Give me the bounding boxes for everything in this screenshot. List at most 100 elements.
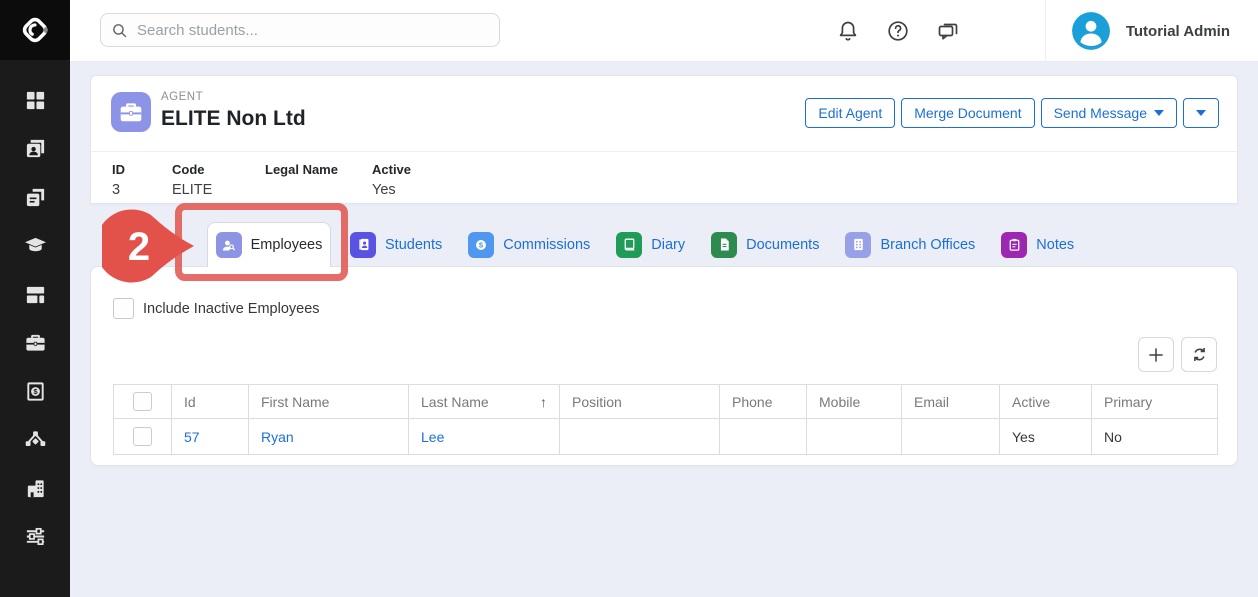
agent-name: ELITE Non Ltd	[161, 107, 306, 131]
sidebar-item-agents[interactable]	[0, 319, 70, 368]
search-box[interactable]	[100, 13, 500, 47]
svg-text:$: $	[33, 387, 38, 396]
agent-fields: ID 3 Code ELITE Legal Name Active Yes	[91, 152, 1237, 199]
field-id: ID 3	[112, 162, 172, 199]
sidebar-nav: $	[0, 60, 70, 561]
column-header-phone[interactable]: Phone	[720, 385, 807, 419]
tab-diary[interactable]: Diary	[616, 232, 685, 258]
inactive-tabs: Students $ Commissions Di	[350, 222, 1074, 267]
column-header-id[interactable]: Id	[172, 385, 249, 419]
tab-branch-offices[interactable]: Branch Offices	[845, 232, 975, 258]
more-actions-button[interactable]	[1183, 98, 1219, 128]
avatar	[1072, 12, 1110, 50]
tab-documents[interactable]: Documents	[711, 232, 819, 258]
search-input[interactable]	[137, 22, 489, 39]
notes-tab-icon	[1001, 232, 1027, 258]
tab-label: Employees	[251, 237, 323, 253]
diary-tab-icon	[616, 232, 642, 258]
search-icon	[111, 22, 128, 39]
branch-offices-tab-icon	[845, 232, 871, 258]
tab-students[interactable]: Students	[350, 232, 442, 258]
column-header-primary[interactable]: Primary	[1092, 385, 1218, 419]
send-message-button[interactable]: Send Message	[1041, 98, 1177, 128]
topbar-divider	[1045, 0, 1046, 62]
sidebar-item-finance[interactable]: $	[0, 367, 70, 416]
app-logo-icon	[17, 12, 53, 48]
tab-commissions[interactable]: $ Commissions	[468, 232, 590, 258]
topbar: Tutorial Admin	[70, 0, 1258, 62]
sidebar-item-pages[interactable]	[0, 173, 70, 222]
students-tab-icon	[350, 232, 376, 258]
graduation-icon	[24, 234, 47, 257]
field-active: Active Yes	[372, 162, 462, 199]
chat-icon[interactable]	[936, 19, 960, 43]
employee-active-cell: Yes	[1000, 419, 1092, 455]
include-inactive-label: Include Inactive Employees	[143, 301, 320, 317]
include-inactive-checkbox[interactable]	[113, 298, 134, 319]
dashboard-icon	[24, 89, 47, 112]
employee-id-link[interactable]: 57	[184, 429, 200, 445]
finance-icon: $	[24, 380, 47, 403]
row-checkbox[interactable]	[133, 427, 152, 446]
contacts-icon	[24, 137, 47, 160]
plus-icon	[1146, 345, 1166, 365]
tab-notes[interactable]: Notes	[1001, 232, 1074, 258]
agent-actions: Edit Agent Merge Document Send Message	[805, 98, 1219, 128]
employee-mobile-cell	[807, 419, 902, 455]
table-header-row: Id First Name Last Name↑ Position Phone …	[114, 385, 1218, 419]
agent-type-label: AGENT	[161, 91, 203, 103]
sidebar-item-contacts[interactable]	[0, 125, 70, 174]
include-inactive-row: Include Inactive Employees	[113, 298, 320, 319]
sort-asc-icon: ↑	[540, 394, 547, 410]
user-name: Tutorial Admin	[1126, 23, 1230, 40]
employee-last-name-link[interactable]: Lee	[421, 429, 444, 445]
tab-strip: Employees Students $	[90, 210, 1238, 266]
column-header-active[interactable]: Active	[1000, 385, 1092, 419]
row-select-cell	[114, 419, 172, 455]
edit-agent-button[interactable]: Edit Agent	[805, 98, 895, 128]
employee-first-name-link[interactable]: Ryan	[261, 429, 294, 445]
app-screen: $	[0, 0, 1258, 597]
sliders-icon	[24, 525, 47, 548]
sidebar: $	[0, 0, 70, 597]
app-logo[interactable]	[0, 0, 70, 60]
employees-table: Id First Name Last Name↑ Position Phone …	[113, 384, 1218, 455]
employees-tab-icon	[216, 232, 242, 258]
add-employee-button[interactable]	[1138, 337, 1174, 372]
column-header-mobile[interactable]: Mobile	[807, 385, 902, 419]
agent-header: AGENT ELITE Non Ltd Edit Agent Merge Doc…	[91, 76, 1237, 152]
column-header-last-name[interactable]: Last Name↑	[409, 385, 560, 419]
layout-icon	[24, 283, 47, 306]
help-icon[interactable]	[886, 19, 910, 43]
employees-panel: Include Inactive Employees	[90, 266, 1238, 466]
table-row: 57 Ryan Lee Yes No	[114, 419, 1218, 455]
refresh-button[interactable]	[1181, 337, 1217, 372]
column-header-email[interactable]: Email	[902, 385, 1000, 419]
column-header-position[interactable]: Position	[560, 385, 720, 419]
bell-icon[interactable]	[836, 19, 860, 43]
merge-document-button[interactable]: Merge Document	[901, 98, 1034, 128]
employee-phone-cell	[720, 419, 807, 455]
field-code: Code ELITE	[172, 162, 265, 199]
sidebar-item-dashboard[interactable]	[0, 76, 70, 125]
field-legal-name: Legal Name	[265, 162, 372, 199]
sidebar-item-offices[interactable]	[0, 464, 70, 513]
commissions-tab-icon: $	[468, 232, 494, 258]
sidebar-item-settings[interactable]	[0, 513, 70, 562]
refresh-icon	[1190, 345, 1209, 364]
sidebar-item-programs[interactable]	[0, 270, 70, 319]
select-all-checkbox[interactable]	[133, 392, 152, 411]
sidebar-item-network[interactable]	[0, 416, 70, 465]
documents-tab-icon	[711, 232, 737, 258]
grid-toolbar	[1138, 337, 1217, 372]
user-menu[interactable]: Tutorial Admin	[1072, 0, 1230, 62]
employee-position-cell	[560, 419, 720, 455]
briefcase-icon	[118, 99, 144, 125]
sidebar-item-students[interactable]	[0, 222, 70, 271]
chevron-down-icon	[1154, 110, 1164, 116]
tab-employees[interactable]: Employees	[207, 222, 331, 267]
employee-email-cell	[902, 419, 1000, 455]
column-header-first-name[interactable]: First Name	[249, 385, 409, 419]
employee-primary-cell: No	[1092, 419, 1218, 455]
agent-panel: AGENT ELITE Non Ltd Edit Agent Merge Doc…	[90, 75, 1238, 204]
